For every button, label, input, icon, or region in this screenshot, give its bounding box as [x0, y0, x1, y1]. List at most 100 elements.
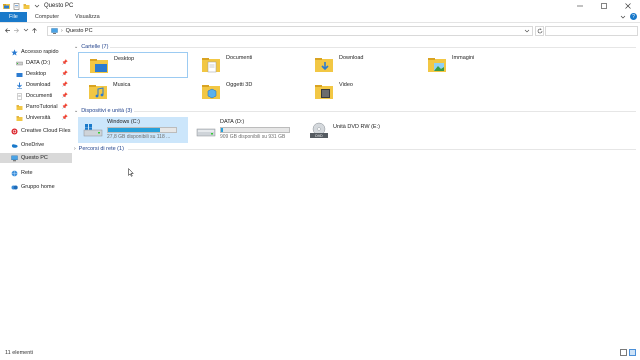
drive-label: DATA (D:) — [220, 119, 245, 125]
drive-data-d[interactable]: DATA (D:) 909 GB disponibili su 931 GB — [191, 117, 301, 143]
refresh-icon — [537, 28, 542, 34]
desktop-folder-icon — [88, 55, 110, 77]
group-header-network[interactable]: › Percorsi di rete (1) — [74, 146, 124, 152]
folder-3d-objects[interactable]: Oggetti 3D — [191, 79, 301, 105]
ribbon: File Computer Visualizza ? — [0, 12, 640, 23]
sidebar-item-this-pc[interactable]: Questo PC — [0, 153, 72, 163]
tab-file[interactable]: File — [0, 12, 27, 22]
sidebar-item-parrotutorial[interactable]: ParroTutorial 📌 — [0, 102, 72, 112]
folder-label: Oggetti 3D — [226, 82, 253, 88]
folder-icon — [16, 104, 23, 111]
tab-computer[interactable]: Computer — [27, 12, 67, 22]
folder-icon — [16, 71, 23, 78]
group-header-label: Percorsi di rete (1) — [78, 146, 124, 152]
collapse-chevron-icon[interactable]: ⌄ — [74, 108, 78, 114]
sidebar-item-documents[interactable]: Documenti 📌 — [0, 91, 72, 101]
download-folder-icon — [313, 54, 335, 76]
tiles-view-button[interactable] — [629, 349, 636, 356]
recent-locations-button[interactable] — [21, 27, 30, 35]
folder-download[interactable]: Download — [304, 52, 414, 78]
forward-button[interactable] — [12, 27, 21, 36]
drive-space-text: 909 GB disponibili su 931 GB — [220, 134, 286, 140]
sidebar-item-download[interactable]: Download 📌 — [0, 80, 72, 90]
drive-space-text: 27,8 GB disponibili su 118 ... — [107, 134, 171, 140]
minimize-button[interactable] — [568, 0, 592, 12]
back-arrow-icon — [5, 27, 10, 33]
pin-icon[interactable]: 📌 — [62, 93, 68, 99]
star-icon — [11, 48, 18, 56]
sidebar-item-network[interactable]: Rete — [0, 168, 72, 178]
sidebar-item-homegroup[interactable]: Gruppo home — [0, 182, 72, 192]
group-header-devices[interactable]: ⌄ Dispositivi e unità (3) — [74, 108, 132, 114]
sidebar-item-label: Questo PC — [21, 155, 48, 161]
folder-music[interactable]: Musica — [78, 79, 188, 105]
help-icon[interactable]: ? — [630, 13, 637, 20]
content-pane: ⌄ Cartelle (7) Desktop Documenti Downloa… — [72, 39, 638, 346]
drive-dvd-e[interactable]: DVD Unità DVD RW (E:) — [304, 117, 414, 143]
folder-desktop[interactable]: Desktop — [78, 52, 188, 78]
folder-label: Documenti — [226, 55, 253, 61]
drive-icon — [16, 60, 23, 67]
creative-cloud-icon — [11, 128, 18, 135]
sidebar-item-universita[interactable]: Università 📌 — [0, 113, 72, 123]
svg-text:DVD: DVD — [315, 134, 323, 138]
sidebar-item-creative-cloud[interactable]: Creative Cloud Files — [0, 126, 72, 136]
sidebar-item-label: Download — [26, 82, 51, 88]
details-view-button[interactable] — [620, 349, 627, 356]
sidebar-item-label: OneDrive — [21, 142, 45, 148]
maximize-icon — [601, 3, 607, 9]
collapse-chevron-icon[interactable]: ⌄ — [74, 44, 78, 50]
folder-pictures[interactable]: Immagini — [417, 52, 527, 78]
sidebar-item-onedrive[interactable]: OneDrive — [0, 140, 72, 150]
customize-toolbar-chevron-icon[interactable] — [33, 3, 40, 10]
folder-label: Download — [339, 55, 364, 61]
sidebar-item-label: DATA (D:) — [26, 60, 51, 66]
close-button[interactable] — [616, 0, 640, 12]
title-bar: Questo PC — [0, 0, 640, 12]
sidebar-item-data-d[interactable]: DATA (D:) 📌 — [0, 58, 72, 68]
drive-usage-fill — [221, 128, 224, 132]
folder-label: Desktop — [114, 56, 135, 62]
status-bar: 11 elementi — [0, 346, 640, 360]
pin-icon[interactable]: 📌 — [62, 60, 68, 66]
quick-access-toolbar — [0, 0, 40, 12]
drive-usage-fill — [108, 128, 161, 132]
properties-icon[interactable] — [13, 2, 20, 10]
pin-icon[interactable]: 📌 — [62, 71, 68, 77]
network-icon — [11, 170, 18, 177]
pictures-folder-icon — [426, 54, 448, 76]
expand-chevron-icon[interactable]: › — [74, 146, 76, 152]
drive-windows-c[interactable]: Windows (C:) 27,8 GB disponibili su 118 … — [78, 117, 188, 143]
back-button[interactable] — [3, 27, 12, 36]
address-dropdown-icon[interactable] — [524, 28, 530, 36]
3d-objects-folder-icon — [200, 81, 222, 103]
explorer-app-icon[interactable] — [3, 3, 10, 10]
folder-documents[interactable]: Documenti — [191, 52, 301, 78]
group-header-label: Cartelle (7) — [81, 44, 109, 50]
expand-ribbon-icon[interactable] — [620, 14, 626, 22]
pin-icon[interactable]: 📌 — [62, 104, 68, 110]
folder-label: Immagini — [452, 55, 475, 61]
hdd-icon — [196, 121, 216, 141]
group-header-label: Dispositivi e unità (3) — [81, 108, 133, 114]
pin-icon[interactable]: 📌 — [62, 82, 68, 88]
group-header-folders[interactable]: ⌄ Cartelle (7) — [74, 44, 108, 50]
address-bar[interactable]: › Questo PC — [47, 26, 533, 36]
search-input[interactable] — [545, 26, 638, 36]
drive-label: Windows (C:) — [107, 119, 141, 125]
drive-label: Unità DVD RW (E:) — [333, 124, 380, 130]
tab-view[interactable]: Visualizza — [67, 12, 108, 22]
sidebar-item-quick-access[interactable]: Accesso rapido — [0, 47, 72, 57]
download-icon — [16, 82, 23, 89]
divider — [110, 47, 636, 48]
up-button[interactable] — [30, 27, 39, 36]
folder-video[interactable]: Video — [304, 79, 414, 105]
sidebar-item-desktop[interactable]: Desktop 📌 — [0, 69, 72, 79]
divider — [134, 111, 636, 112]
refresh-button[interactable] — [535, 26, 544, 36]
pin-icon[interactable]: 📌 — [62, 115, 68, 121]
new-folder-icon[interactable] — [23, 3, 30, 10]
maximize-button[interactable] — [592, 0, 616, 12]
sidebar-item-label: ParroTutorial — [26, 104, 58, 110]
breadcrumb[interactable]: Questo PC — [66, 28, 93, 34]
